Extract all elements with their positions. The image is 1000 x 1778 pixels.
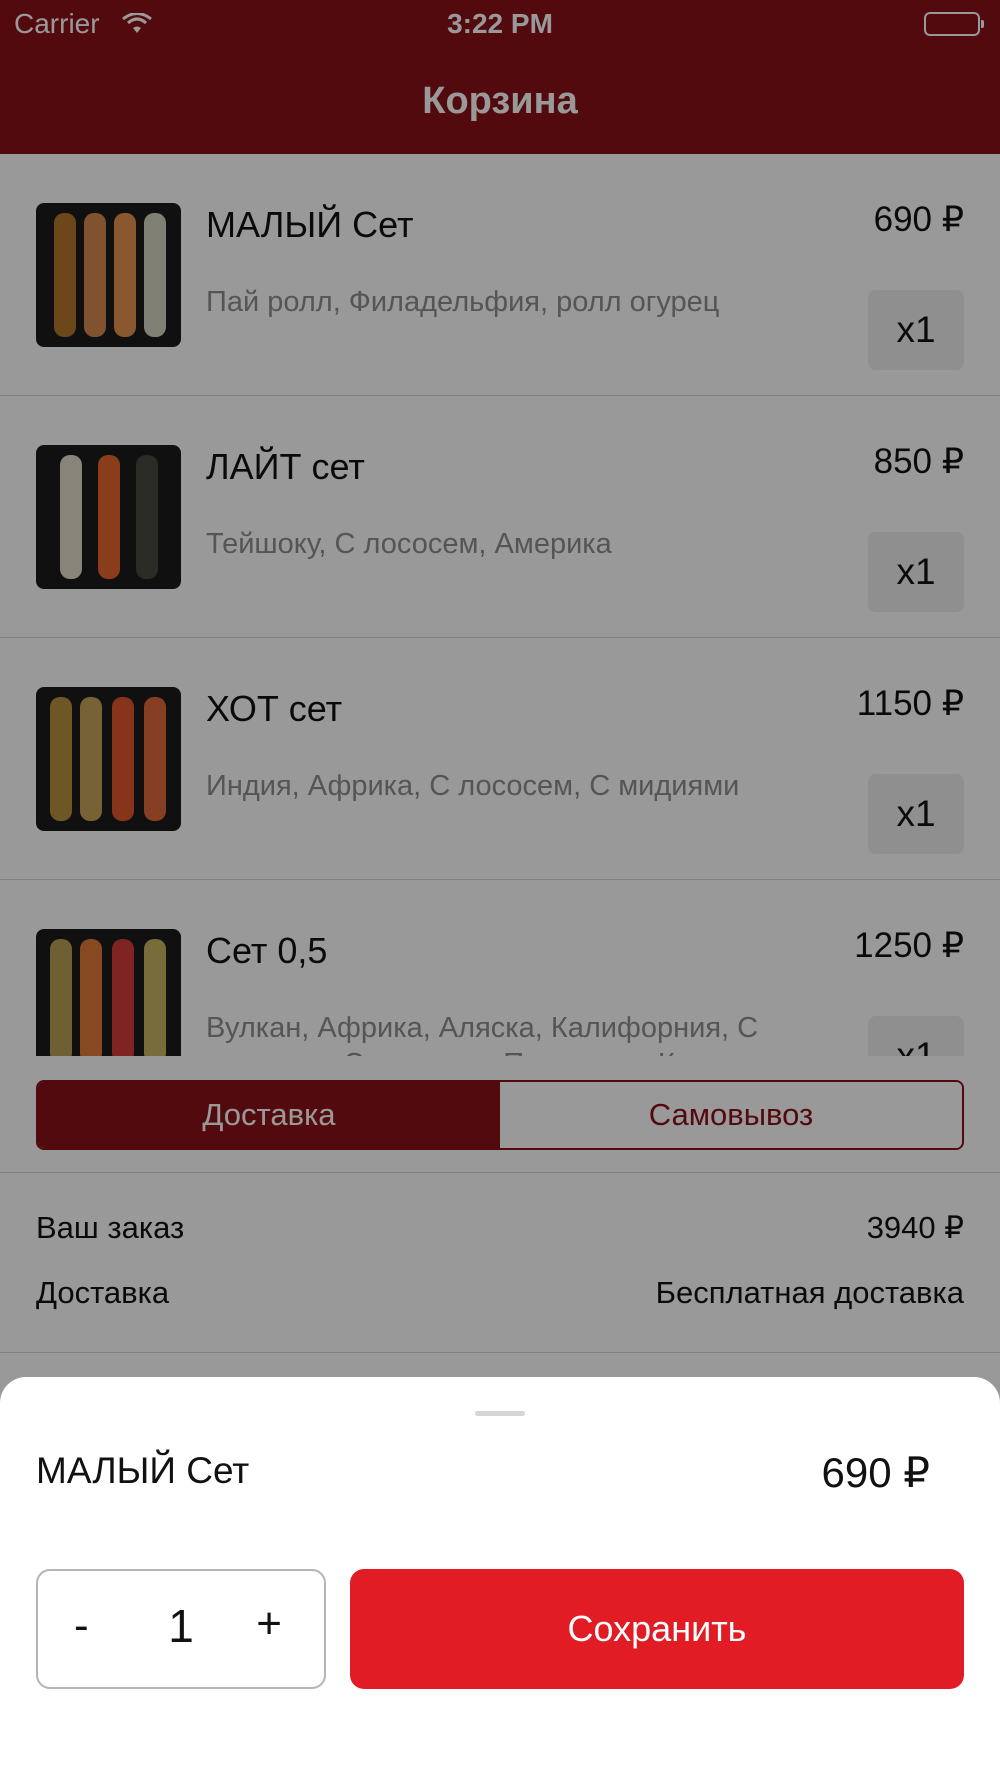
sheet-grabber[interactable]: [475, 1411, 525, 1416]
save-button[interactable]: Сохранить: [350, 1569, 964, 1689]
quantity-stepper: - 1 +: [36, 1569, 326, 1689]
sheet-item-price: 690 ₽: [821, 1449, 930, 1496]
increment-button[interactable]: +: [256, 1599, 282, 1649]
edit-item-sheet: МАЛЫЙ Сет 690 ₽ - 1 + Сохранить: [0, 1377, 1000, 1778]
sheet-item-name: МАЛЫЙ Сет: [36, 1450, 250, 1491]
